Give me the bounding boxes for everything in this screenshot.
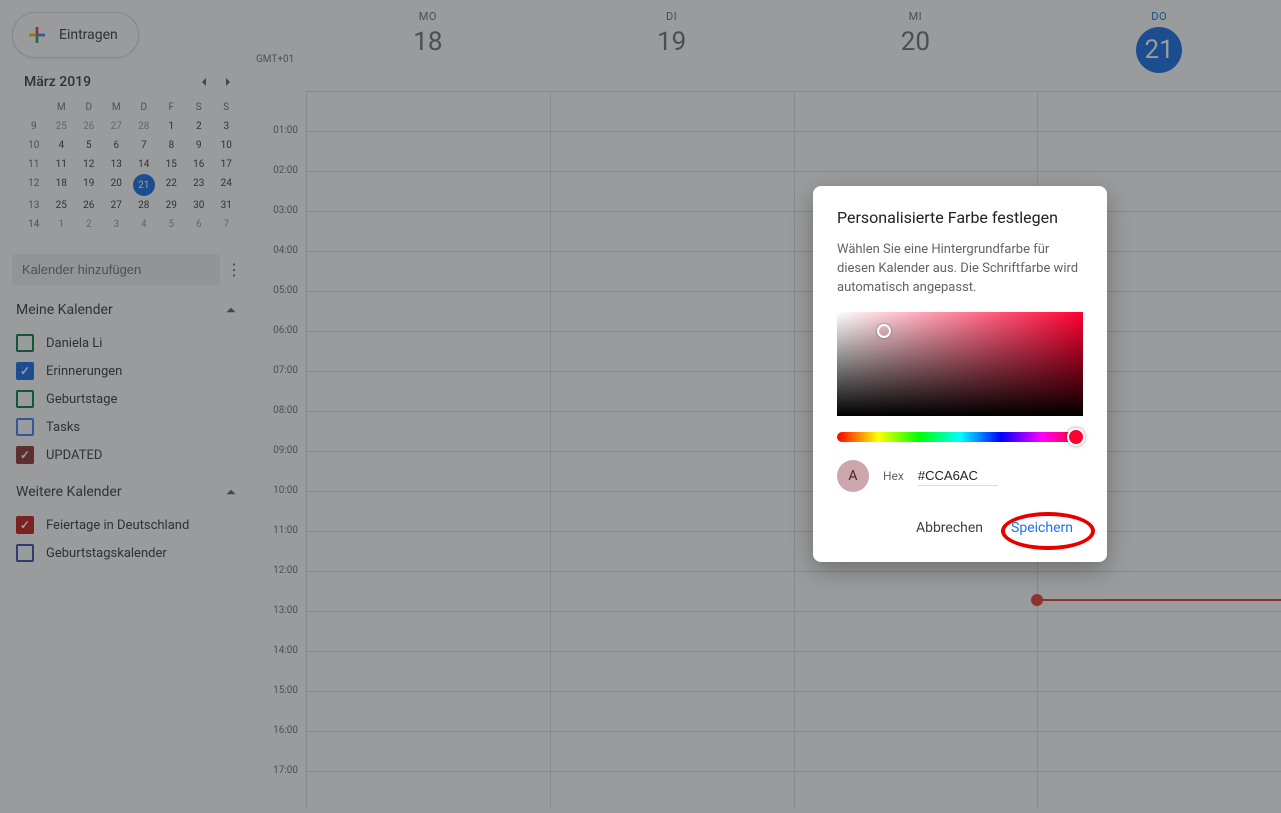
cancel-button[interactable]: Abbrechen	[906, 512, 993, 544]
saturation-picker[interactable]	[837, 312, 1083, 416]
color-picker-dialog: Personalisierte Farbe festlegen Wählen S…	[813, 186, 1107, 562]
dialog-description: Wählen Sie eine Hintergrundfarbe für die…	[837, 241, 1083, 298]
color-preview: A	[837, 460, 869, 492]
hue-slider[interactable]	[837, 432, 1083, 442]
saturation-cursor[interactable]	[877, 324, 891, 338]
save-button[interactable]: Speichern	[1001, 512, 1083, 544]
hue-thumb[interactable]	[1067, 428, 1085, 446]
hex-input[interactable]	[918, 466, 998, 486]
dialog-title: Personalisierte Farbe festlegen	[837, 208, 1083, 227]
hex-label: Hex	[883, 469, 904, 483]
